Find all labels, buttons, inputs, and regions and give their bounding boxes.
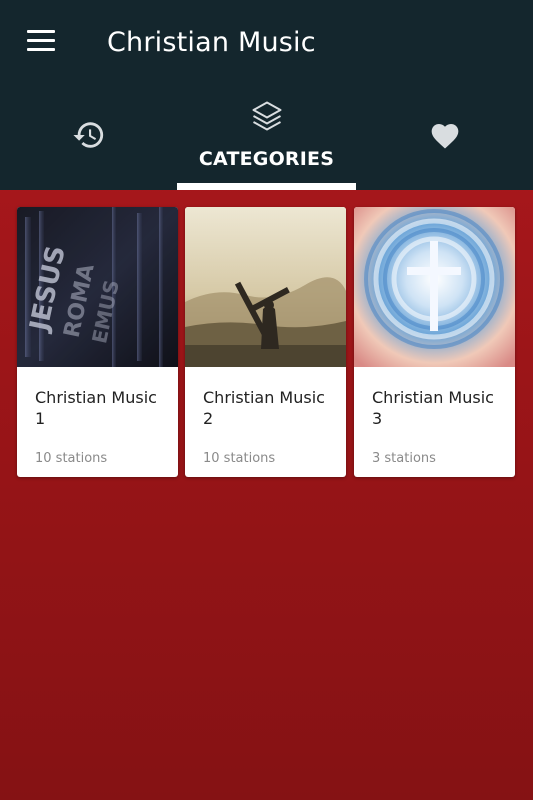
- category-card[interactable]: Christian Music 2 10 stations: [185, 207, 346, 477]
- heart-icon: [431, 124, 458, 149]
- tab-categories-label: CATEGORIES: [198, 148, 335, 170]
- hamburger-icon-bar: [27, 39, 55, 42]
- jesus-text-wall-image: JESUS ROMA EMUS: [17, 207, 178, 367]
- station-count: 10 stations: [203, 451, 276, 466]
- category-title: Christian Music 3: [372, 388, 494, 428]
- hamburger-icon-bar: [27, 48, 55, 51]
- history-icon: [72, 122, 103, 148]
- app-title: Christian Music: [107, 27, 316, 58]
- selected-tab-indicator: [177, 183, 356, 190]
- layers-icon: [252, 101, 281, 131]
- station-count: 3 stations: [372, 451, 436, 466]
- tab-categories[interactable]: CATEGORIES: [177, 92, 356, 190]
- category-card[interactable]: JESUS ROMA EMUS Christian Music 1 10 sta…: [17, 207, 178, 477]
- cross-in-sky-image: [354, 207, 515, 367]
- category-title: Christian Music 1: [35, 388, 157, 428]
- hamburger-icon-bar: [27, 30, 55, 33]
- app-bar: Christian Music CATEGORIES: [0, 0, 533, 190]
- tab-recent[interactable]: [0, 92, 177, 190]
- tab-favorites[interactable]: [356, 92, 533, 190]
- station-count: 10 stations: [35, 451, 108, 466]
- cross-bearer-silhouette-image: [185, 207, 346, 367]
- menu-button[interactable]: [24, 26, 60, 58]
- category-card[interactable]: Christian Music 3 3 stations: [354, 207, 515, 477]
- category-title: Christian Music 2: [203, 388, 325, 428]
